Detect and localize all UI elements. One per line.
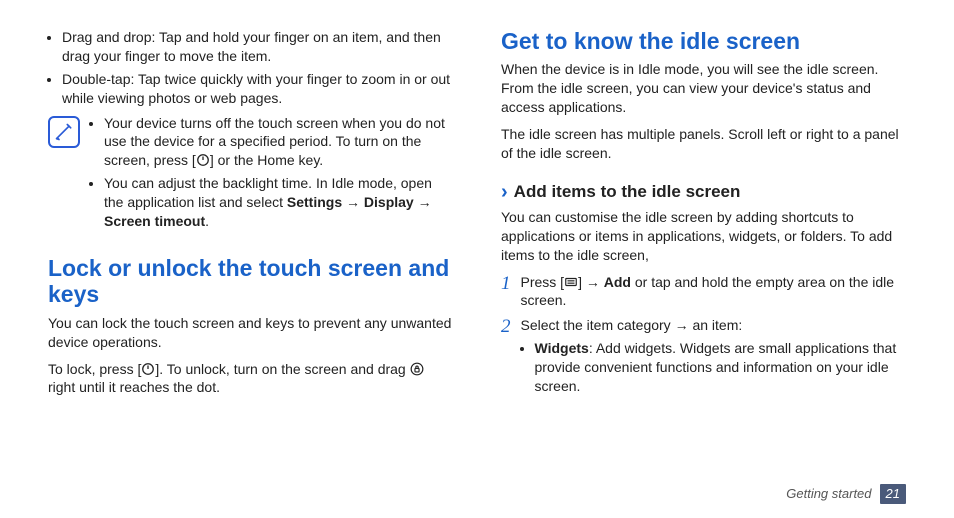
bullet-drag-drop: Drag and drop: Tap and hold your finger … — [62, 28, 453, 66]
display-label: Display — [364, 194, 414, 210]
page-footer: Getting started 21 — [786, 484, 906, 504]
step-1: 1 Press [] → Add or tap and hold the emp… — [501, 273, 906, 311]
arrow: ] → — [578, 274, 604, 290]
note-item-1: Your device turns off the touch screen w… — [104, 114, 453, 171]
settings-label: Settings — [287, 194, 342, 210]
add-items-paragraph: You can customise the idle screen by add… — [501, 208, 906, 265]
page-content: Drag and drop: Tap and hold your finger … — [0, 0, 954, 405]
power-icon — [141, 362, 155, 376]
screen-timeout-label: Screen timeout — [104, 213, 205, 229]
step-number: 2 — [501, 317, 511, 396]
note-icon — [48, 116, 80, 148]
step-2-bullets: Widgets: Add widgets. Widgets are small … — [521, 339, 907, 396]
add-label: Add — [604, 274, 631, 290]
lock-paragraph-1: You can lock the touch screen and keys t… — [48, 314, 453, 352]
footer-page-number: 21 — [880, 484, 906, 504]
bullet-double-tap: Double-tap: Tap twice quickly with your … — [62, 70, 453, 108]
step-2: 2 Select the item category → an item: Wi… — [501, 316, 906, 396]
lock-icon — [410, 362, 424, 376]
subheading-add-items: Add items to the idle screen — [514, 181, 741, 204]
note-list: Your device turns off the touch screen w… — [90, 114, 453, 235]
lock-paragraph-2: To lock, press [ ]. To unlock, turn on th… — [48, 360, 453, 398]
footer-section: Getting started — [786, 485, 871, 503]
arrow: → — [342, 194, 364, 210]
text: Select the item category → an item: — [521, 317, 743, 333]
text: : Add widgets. Widgets are small applica… — [535, 340, 897, 394]
text: ] or the Home key. — [210, 152, 323, 168]
left-column: Drag and drop: Tap and hold your finger … — [48, 28, 453, 405]
numbered-steps: 1 Press [] → Add or tap and hold the emp… — [501, 273, 906, 396]
menu-icon — [564, 275, 578, 289]
heading-idle-screen: Get to know the idle screen — [501, 28, 906, 54]
note-item-2: You can adjust the backlight time. In Id… — [104, 174, 453, 231]
text: right until it reaches the dot. — [48, 379, 220, 395]
step-number: 1 — [501, 274, 511, 311]
gesture-bullets: Drag and drop: Tap and hold your finger … — [48, 28, 453, 108]
chevron-icon: › — [501, 182, 508, 202]
arrow: → — [414, 194, 432, 210]
text: ]. To unlock, turn on the screen and dra… — [155, 361, 409, 377]
text: . — [205, 213, 209, 229]
subheading-row: › Add items to the idle screen — [501, 181, 906, 204]
bullet-widgets: Widgets: Add widgets. Widgets are small … — [535, 339, 907, 396]
step-body: Select the item category → an item: Widg… — [521, 316, 907, 396]
power-icon — [196, 153, 210, 167]
idle-paragraph-1: When the device is in Idle mode, you wil… — [501, 60, 906, 117]
heading-lock-unlock: Lock or unlock the touch screen and keys — [48, 255, 453, 308]
text: To lock, press [ — [48, 361, 141, 377]
note-box: Your device turns off the touch screen w… — [48, 114, 453, 235]
step-body: Press [] → Add or tap and hold the empty… — [521, 273, 907, 311]
text: Press [ — [521, 274, 565, 290]
right-column: Get to know the idle screen When the dev… — [501, 28, 906, 405]
idle-paragraph-2: The idle screen has multiple panels. Scr… — [501, 125, 906, 163]
widgets-label: Widgets — [535, 340, 589, 356]
